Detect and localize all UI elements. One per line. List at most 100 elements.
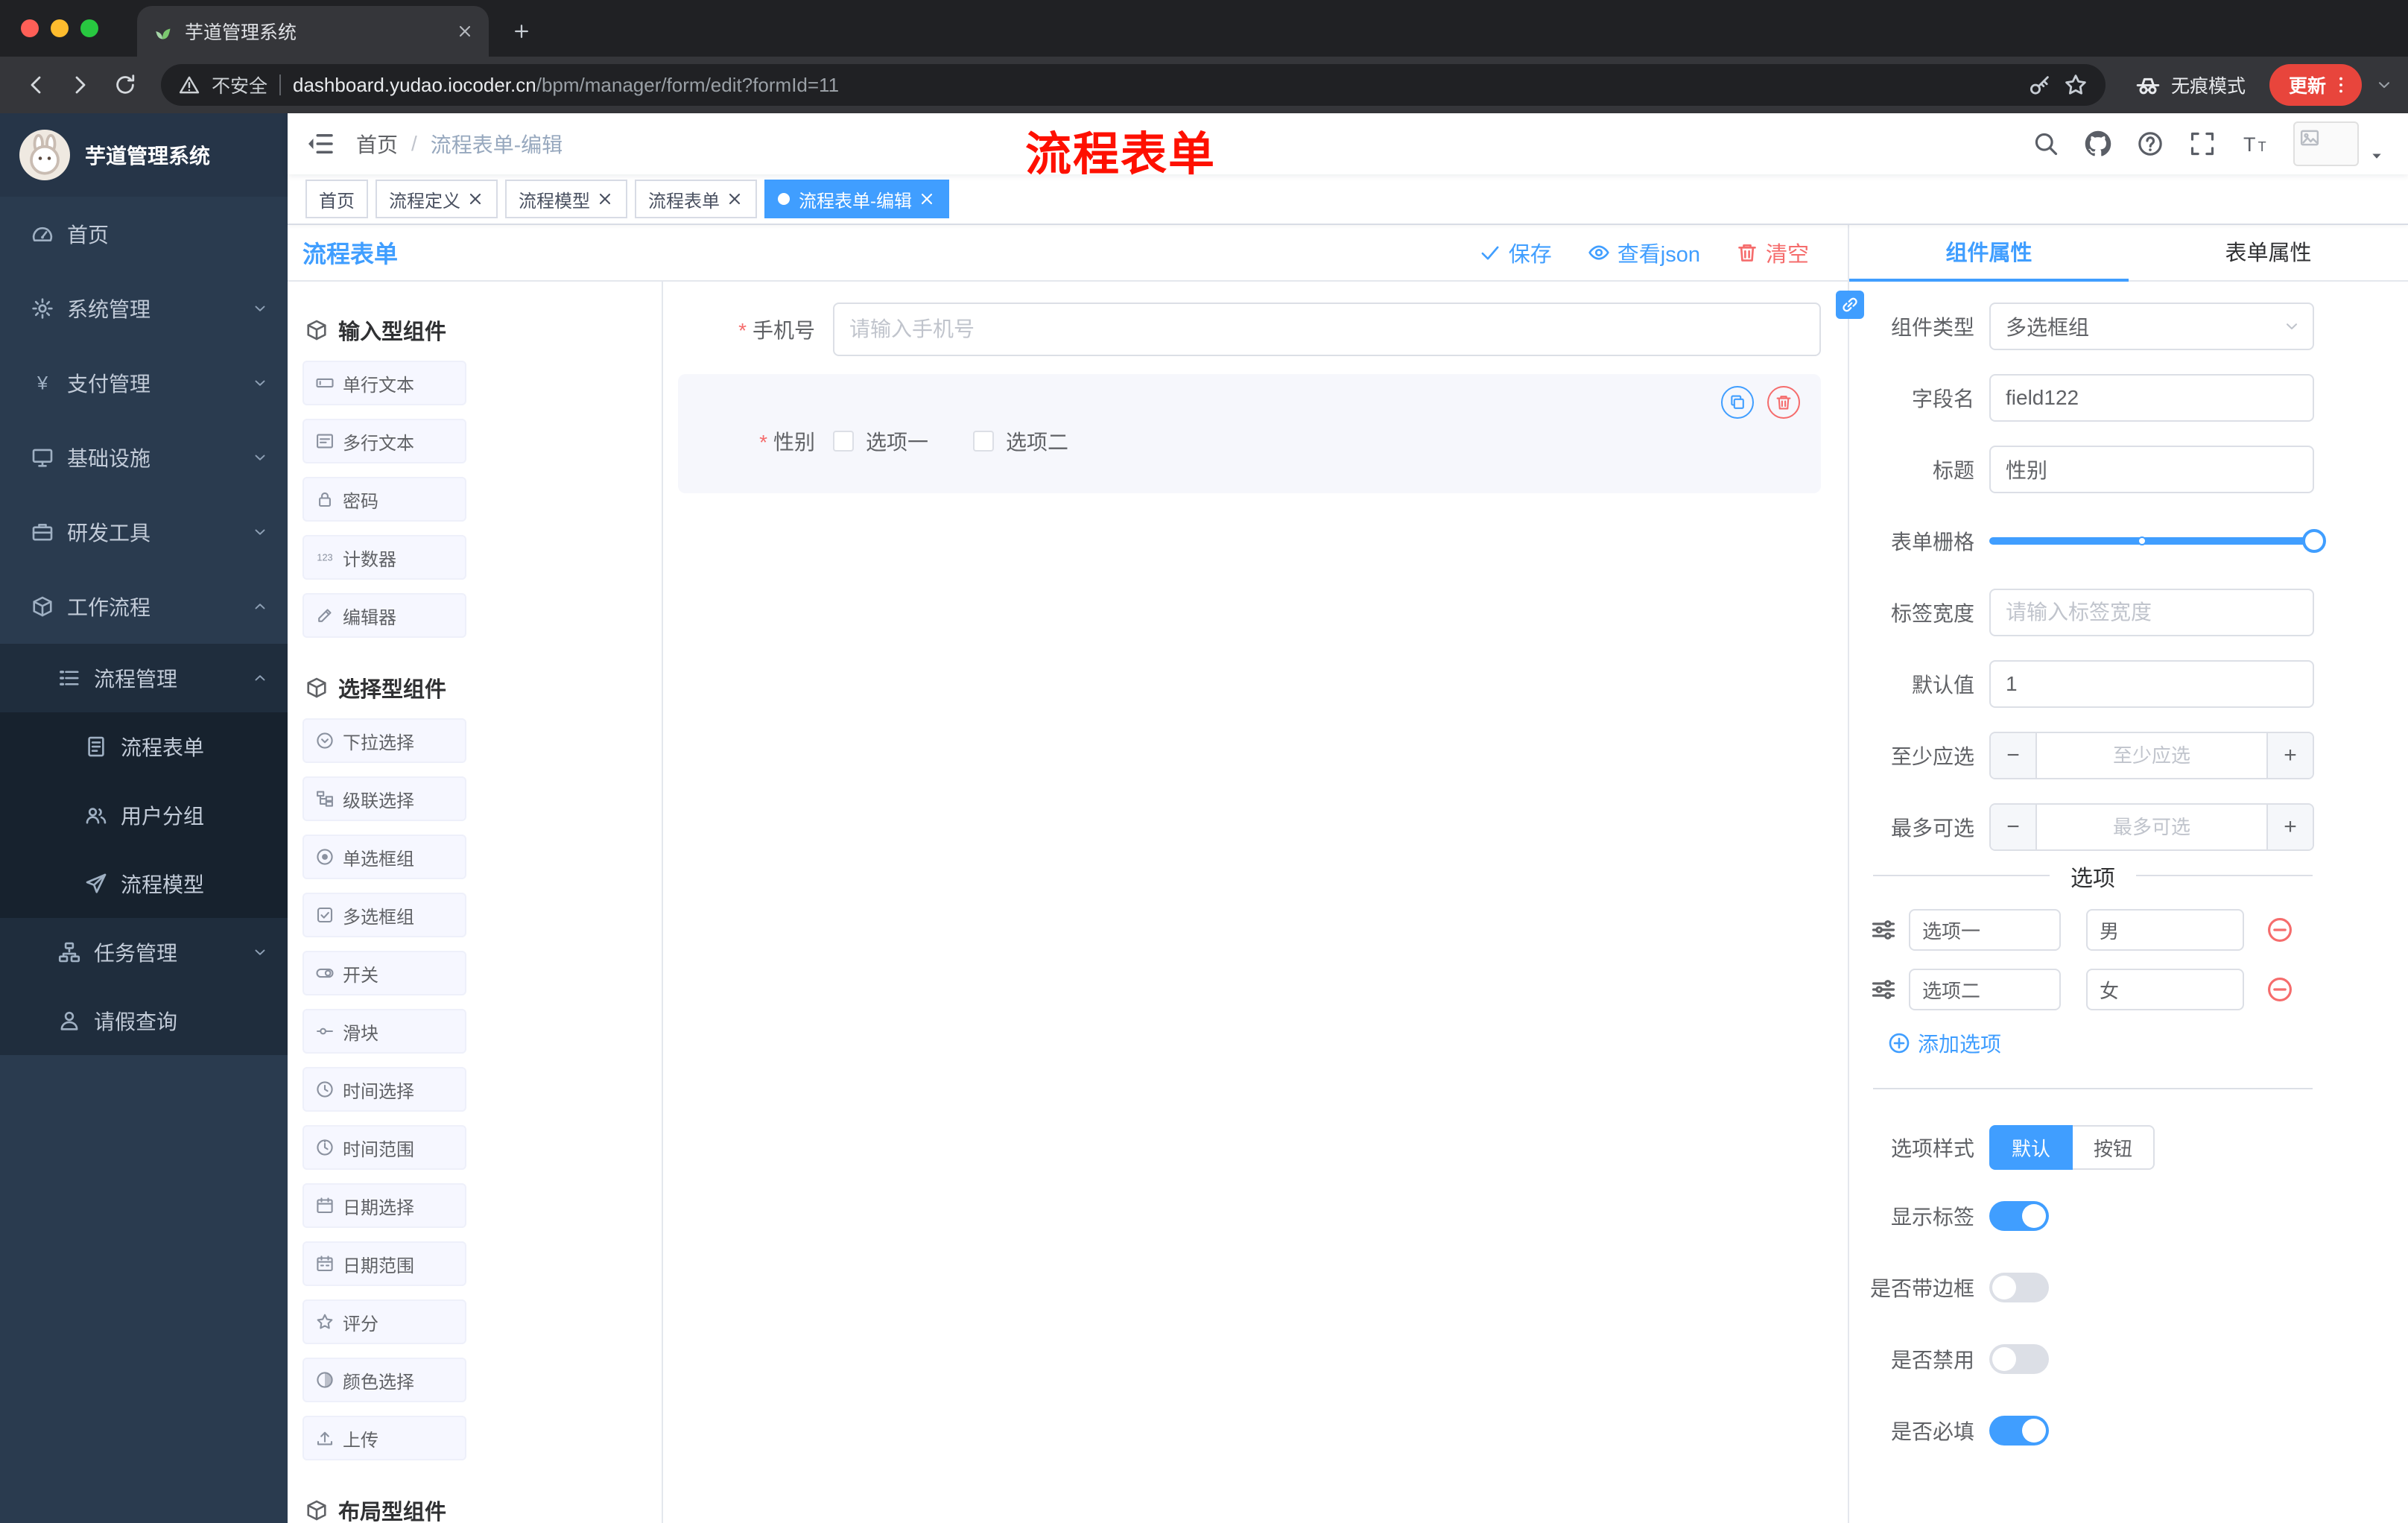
- style-button-button[interactable]: 按钮: [2073, 1125, 2155, 1170]
- drag-icon[interactable]: [1870, 976, 1897, 1003]
- window-close-button[interactable]: [21, 19, 39, 37]
- component-editor[interactable]: 编辑器: [302, 593, 466, 638]
- switch-show-label[interactable]: [1989, 1201, 2049, 1231]
- checkbox-box[interactable]: [833, 431, 854, 452]
- link-anchor-button[interactable]: [1836, 291, 1864, 319]
- sidebar-item-leave-query[interactable]: 请假查询: [0, 987, 288, 1055]
- switch-required[interactable]: [1989, 1416, 2049, 1446]
- github-icon[interactable]: [2085, 130, 2111, 157]
- close-icon[interactable]: [918, 190, 936, 208]
- component-select[interactable]: 下拉选择: [302, 718, 466, 763]
- component-textarea[interactable]: 多行文本: [302, 419, 466, 463]
- tab-close-icon[interactable]: [456, 22, 474, 40]
- component-radio-group[interactable]: 单选框组: [302, 835, 466, 879]
- tag-process-form-edit[interactable]: 流程表单-编辑: [764, 180, 949, 218]
- password-key-icon[interactable]: [2028, 73, 2052, 97]
- increase-button[interactable]: +: [2266, 805, 2313, 849]
- sidebar-item-process-model[interactable]: 流程模型: [0, 849, 288, 918]
- delete-widget-button[interactable]: [1767, 386, 1800, 419]
- sidebar-collapse-button[interactable]: [305, 129, 335, 159]
- switch-disabled[interactable]: [1989, 1344, 2049, 1374]
- option-label-input[interactable]: [1909, 969, 2061, 1010]
- title-input[interactable]: [1989, 446, 2314, 493]
- field-name-input[interactable]: [1989, 374, 2314, 422]
- field-phone[interactable]: 手机号: [678, 303, 1821, 356]
- slider-track[interactable]: [1989, 529, 2326, 553]
- checkbox-option-1[interactable]: 选项一: [833, 426, 928, 456]
- component-time-range[interactable]: 时间范围: [302, 1125, 466, 1170]
- switch-bordered[interactable]: [1989, 1273, 2049, 1302]
- decrease-button[interactable]: −: [1991, 733, 2037, 778]
- option-label-input[interactable]: [1909, 909, 2061, 951]
- component-date-picker[interactable]: 日期选择: [302, 1183, 466, 1228]
- component-slider[interactable]: 滑块: [302, 1009, 466, 1054]
- search-icon[interactable]: [2032, 130, 2059, 157]
- tag-process-form[interactable]: 流程表单: [635, 180, 757, 218]
- bookmark-star-icon[interactable]: [2064, 73, 2088, 97]
- app-logo[interactable]: 芋道管理系统: [0, 113, 288, 197]
- tag-process-model[interactable]: 流程模型: [505, 180, 627, 218]
- min-select-input[interactable]: [2037, 733, 2266, 778]
- component-upload[interactable]: 上传: [302, 1416, 466, 1460]
- sidebar-item-process-form[interactable]: 流程表单: [0, 712, 288, 781]
- default-value-input[interactable]: [1989, 660, 2314, 708]
- clear-button[interactable]: 清空: [1736, 237, 1809, 268]
- form-grid-slider[interactable]: [1989, 517, 2326, 565]
- browser-menu-icon[interactable]: [2331, 75, 2351, 95]
- update-button[interactable]: 更新: [2269, 64, 2362, 106]
- fullscreen-icon[interactable]: [2189, 130, 2216, 157]
- sidebar-item-payment[interactable]: ¥ 支付管理: [0, 346, 288, 420]
- component-cascader[interactable]: 级联选择: [302, 776, 466, 821]
- decrease-button[interactable]: −: [1991, 805, 2037, 849]
- component-rate[interactable]: 评分: [302, 1299, 466, 1344]
- slider-handle[interactable]: [2302, 529, 2326, 553]
- label-width-input[interactable]: [1989, 589, 2314, 636]
- reload-button[interactable]: [104, 64, 146, 106]
- copy-widget-button[interactable]: [1721, 386, 1754, 419]
- sidebar-item-workflow[interactable]: 工作流程: [0, 569, 288, 644]
- tab-form-props[interactable]: 表单属性: [2129, 225, 2408, 280]
- forward-button[interactable]: [60, 64, 101, 106]
- sidebar-item-home[interactable]: 首页: [0, 197, 288, 271]
- checkbox-option-2[interactable]: 选项二: [973, 426, 1068, 456]
- max-select-input[interactable]: [2037, 805, 2266, 849]
- back-button[interactable]: [15, 64, 57, 106]
- style-default-button[interactable]: 默认: [1989, 1125, 2073, 1170]
- sidebar-item-devtools[interactable]: 研发工具: [0, 495, 288, 569]
- field-gender-selected[interactable]: 性别 选项一 选项二: [678, 374, 1821, 493]
- component-date-range[interactable]: 日期范围: [302, 1241, 466, 1286]
- tab-component-props[interactable]: 组件属性: [1849, 225, 2129, 280]
- new-tab-button[interactable]: [501, 10, 542, 52]
- save-button[interactable]: 保存: [1479, 237, 1552, 268]
- component-type-select[interactable]: 多选框组: [1989, 303, 2314, 350]
- form-canvas[interactable]: 手机号 性别: [663, 282, 1848, 1523]
- add-option-button[interactable]: 添加选项: [1888, 1028, 2336, 1058]
- tag-home[interactable]: 首页: [305, 180, 368, 218]
- component-text-input[interactable]: 单行文本: [302, 361, 466, 405]
- sidebar-item-system[interactable]: 系统管理: [0, 271, 288, 346]
- toolbar-chevron-icon[interactable]: [2375, 76, 2393, 94]
- sidebar-item-task-management[interactable]: 任务管理: [0, 918, 288, 987]
- browser-tab[interactable]: 芋道管理系统: [137, 6, 489, 57]
- font-size-icon[interactable]: TT: [2241, 130, 2268, 157]
- user-avatar[interactable]: [2293, 121, 2359, 166]
- close-icon[interactable]: [596, 190, 614, 208]
- avatar-caret-icon[interactable]: [2369, 148, 2384, 163]
- remove-option-button[interactable]: [2266, 916, 2293, 943]
- window-maximize-button[interactable]: [80, 19, 98, 37]
- tag-process-definition[interactable]: 流程定义: [376, 180, 498, 218]
- component-time-picker[interactable]: 时间选择: [302, 1067, 466, 1112]
- increase-button[interactable]: +: [2266, 733, 2313, 778]
- component-password[interactable]: 密码: [302, 477, 466, 522]
- window-minimize-button[interactable]: [51, 19, 69, 37]
- checkbox-box[interactable]: [973, 431, 995, 452]
- sidebar-item-process-management[interactable]: 流程管理: [0, 644, 288, 712]
- address-bar[interactable]: 不安全 dashboard.yudao.iocoder.cn/bpm/manag…: [161, 64, 2106, 106]
- breadcrumb-home[interactable]: 首页: [356, 129, 398, 159]
- close-icon[interactable]: [726, 190, 744, 208]
- component-checkbox-group[interactable]: 多选框组: [302, 893, 466, 937]
- drag-icon[interactable]: [1870, 916, 1897, 943]
- component-counter[interactable]: 123 计数器: [302, 535, 466, 580]
- sidebar-item-user-group[interactable]: 用户分组: [0, 781, 288, 849]
- remove-option-button[interactable]: [2266, 976, 2293, 1003]
